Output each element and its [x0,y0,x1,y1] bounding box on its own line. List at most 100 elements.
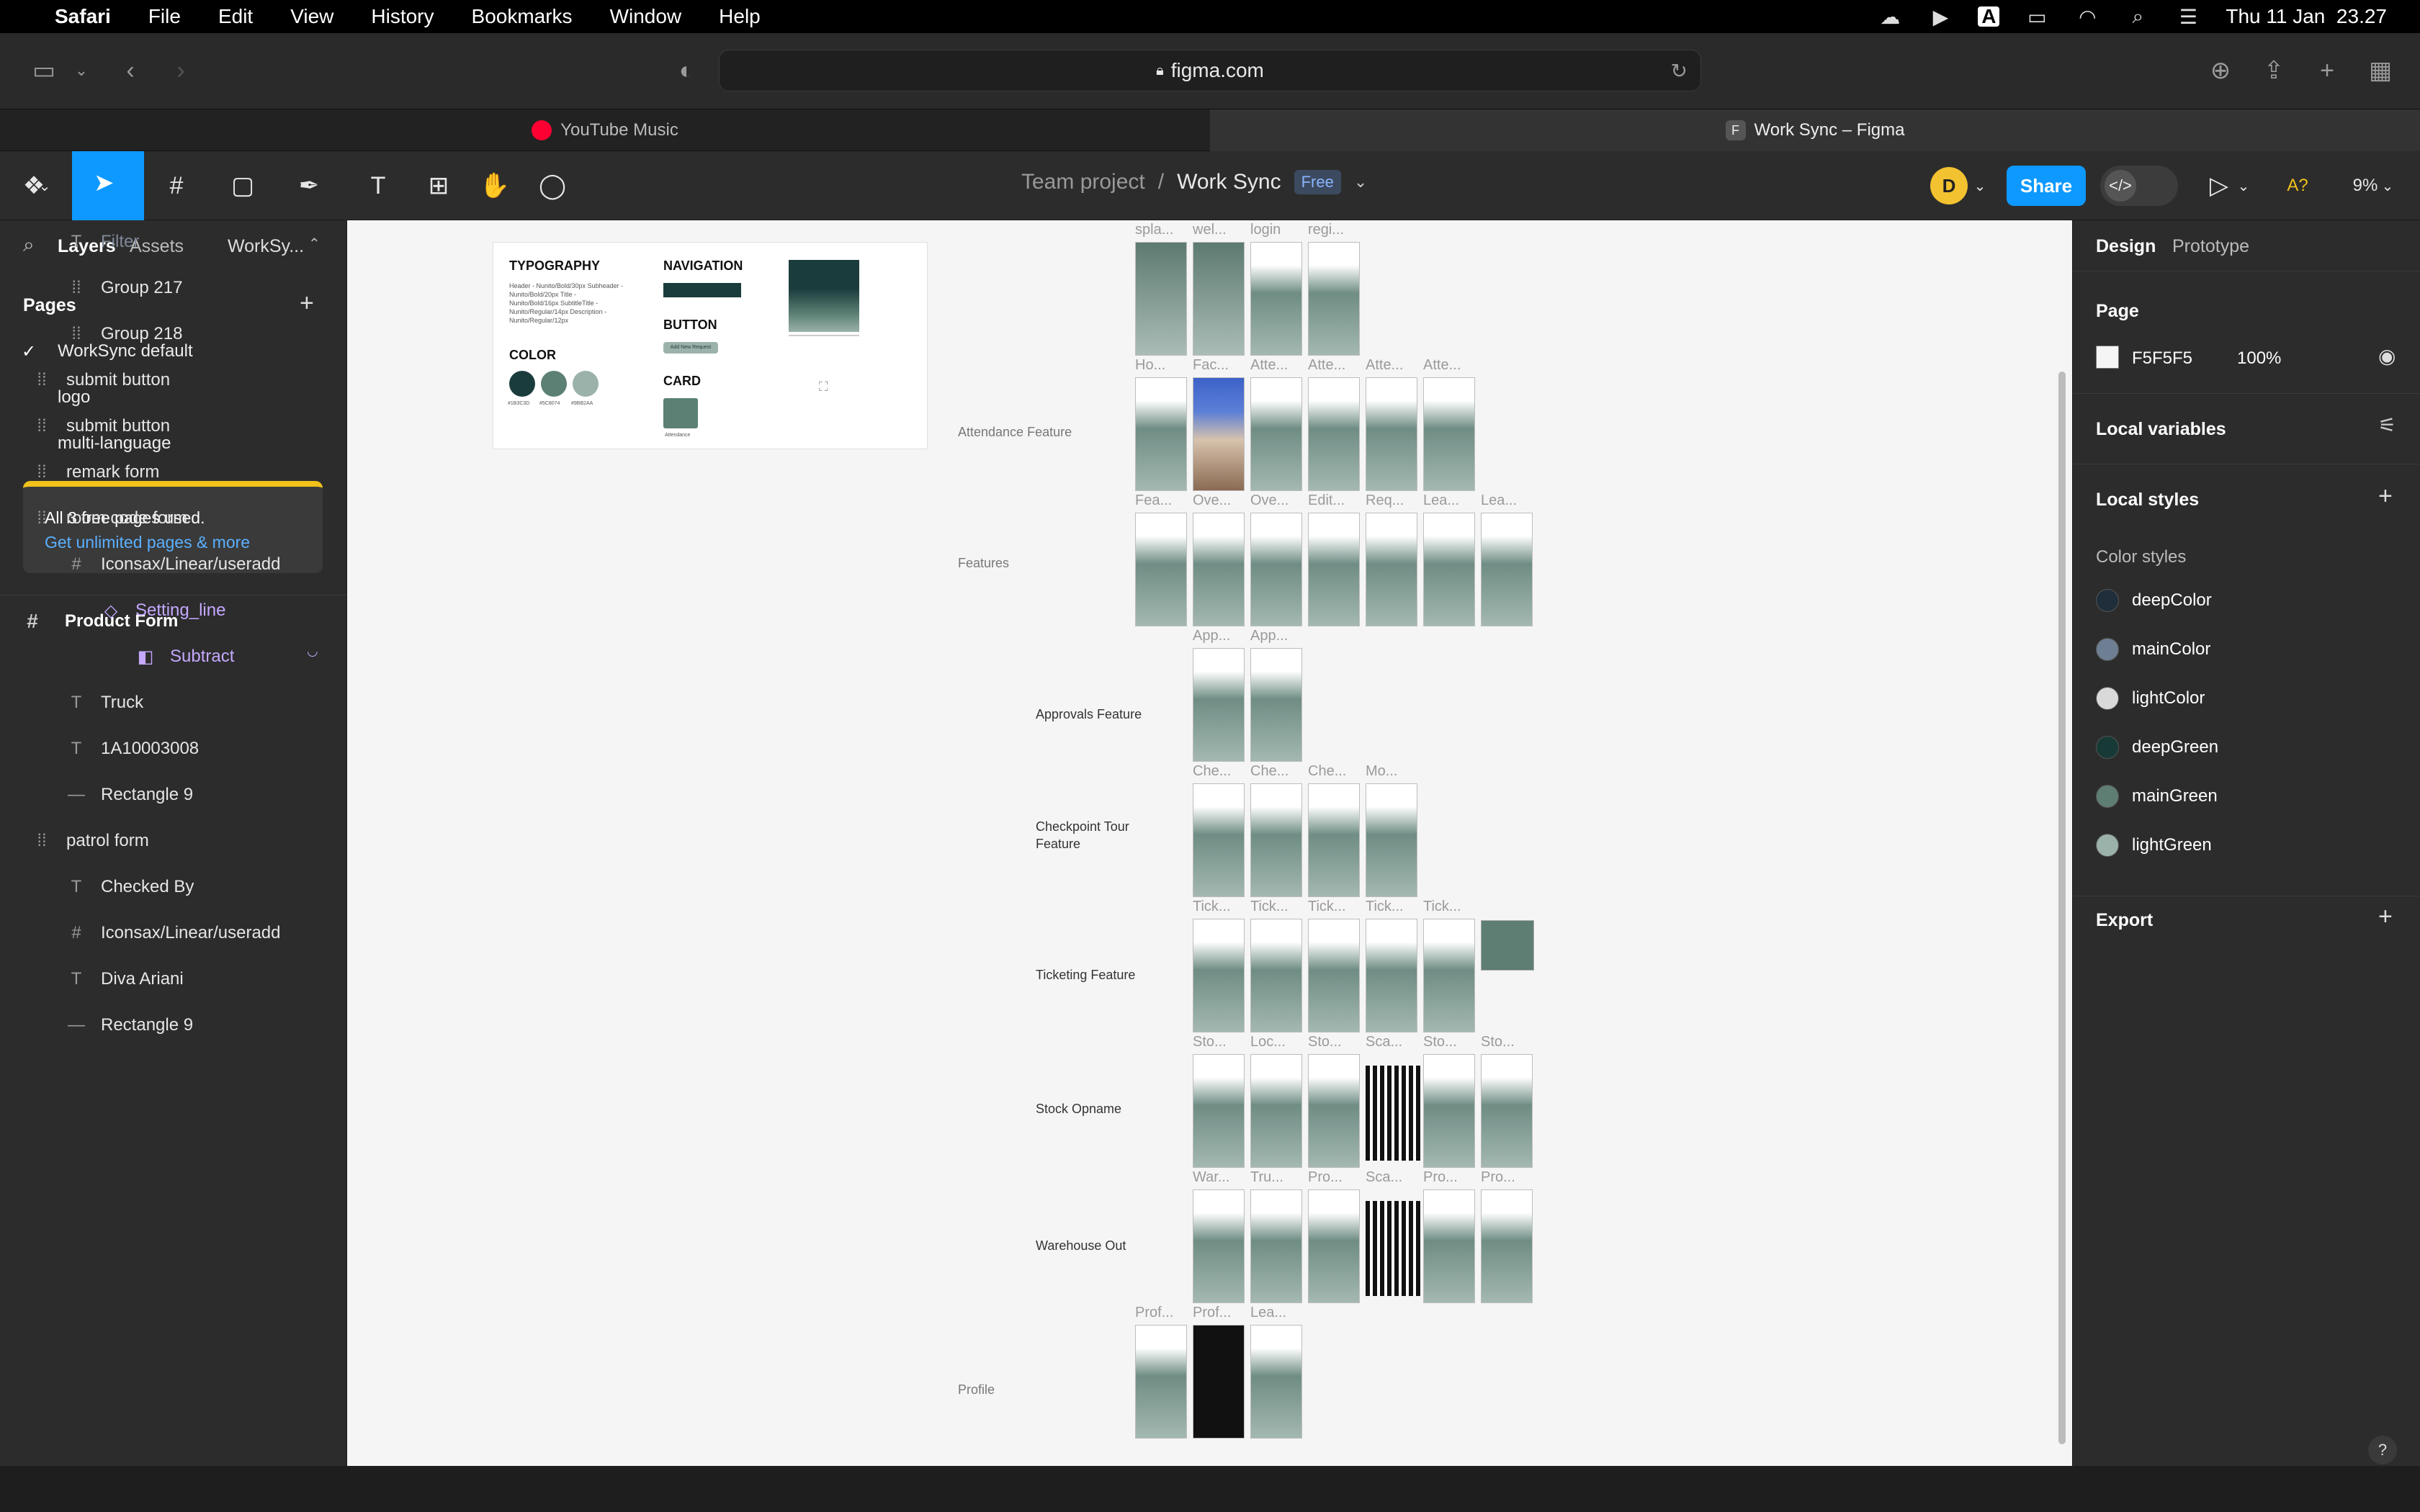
screen-frame[interactable] [1423,1189,1475,1303]
frame-name-label[interactable]: Tick... [1250,899,1289,915]
color-style-swatch[interactable] [2096,638,2119,661]
frame-name-label[interactable]: Atte... [1366,357,1403,374]
screen-frame[interactable] [1308,783,1360,897]
add-page-icon[interactable]: + [300,289,314,318]
screen-frame[interactable] [1193,919,1245,1032]
frame-name-label[interactable]: Atte... [1250,357,1288,374]
play-circle-icon[interactable]: ▶ [1927,6,1953,28]
color-style-swatch[interactable] [2096,589,2119,612]
screen-frame[interactable] [1250,783,1302,897]
screen-frame[interactable] [1193,1325,1245,1439]
face-photo-frame[interactable] [1193,377,1245,491]
chevron-down-icon[interactable]: ⌄ [1354,173,1367,192]
section-label[interactable]: Profile [958,1382,995,1398]
add-style-icon[interactable]: + [2378,482,2393,510]
screen-frame[interactable] [1250,242,1302,356]
screen-frame[interactable] [1366,783,1417,897]
screen-frame[interactable] [1135,1325,1187,1439]
address-bar[interactable]: 🔒︎ figma.com ↻ [719,50,1701,91]
screen-frame[interactable] [1193,242,1245,356]
screen-frame[interactable] [1308,919,1360,1032]
screen-frame[interactable] [1423,377,1475,491]
color-style-name[interactable]: lightGreen [2132,835,2212,855]
layer-item[interactable]: T Diva Ariani [62,956,184,1002]
screen-frame[interactable] [1308,513,1360,626]
chevron-down-icon[interactable]: ⌄ [2377,168,2398,204]
screen-frame[interactable] [1193,648,1245,762]
text-tool-icon[interactable]: T [360,168,396,204]
chevron-down-icon[interactable]: ⌄ [63,53,99,89]
tab-prototype[interactable]: Prototype [2172,236,2249,257]
sidebar-toggle-icon[interactable]: ▭ [26,53,62,89]
frame-name-label[interactable]: Pro... [1308,1169,1343,1186]
screen-frame[interactable] [1193,1054,1245,1168]
frame-name-label[interactable]: Fac... [1193,357,1229,374]
pen-tool-icon[interactable]: ✒ [291,168,327,204]
frame-name-label[interactable]: spla... [1135,222,1173,238]
qr-code-frame[interactable] [1366,1066,1422,1161]
frame-name-label[interactable]: Loc... [1250,1034,1286,1050]
accessibility-check-icon[interactable]: A? [2276,168,2319,204]
frame-name-label[interactable]: Mo... [1366,763,1397,780]
color-style-name[interactable]: deepColor [2132,590,2212,611]
layer-item[interactable]: ⁞⁞ room code form [27,495,187,541]
hand-tool-icon[interactable]: ✋ [477,168,513,204]
new-tab-icon[interactable]: + [2309,53,2345,89]
reload-icon[interactable]: ↻ [1671,59,1688,83]
frame-name-label[interactable]: Prof... [1135,1305,1173,1321]
screen-frame[interactable] [1135,513,1187,626]
menubar-clock[interactable]: Thu 11 Jan 23.27 [2226,5,2387,28]
frame-name-label[interactable]: Ove... [1250,492,1289,509]
tab-design[interactable]: Design [2096,236,2156,257]
section-label[interactable]: Stock Opname [1036,1102,1121,1117]
frame-name-label[interactable]: Ove... [1193,492,1231,509]
page-color-opacity[interactable]: 100% [2237,348,2281,369]
color-style-swatch[interactable] [2096,785,2119,808]
menu-app-safari[interactable]: Safari [55,5,111,28]
frame-name-label[interactable]: Sto... [1423,1034,1457,1050]
screen-frame[interactable] [1308,377,1360,491]
screen-frame[interactable] [1250,1189,1302,1303]
color-style-swatch[interactable] [2096,687,2119,710]
canvas-vertical-scrollbar[interactable] [2058,372,2066,1444]
screen-frame[interactable] [1423,919,1475,1032]
page-color-hex[interactable]: F5F5F5 [2132,348,2192,369]
spotlight-search-icon[interactable]: ⌕ [2125,5,2151,27]
screen-frame[interactable] [1423,513,1475,626]
frame-name-label[interactable]: App... [1193,628,1230,644]
screen-frame[interactable] [1250,1325,1302,1439]
screen-frame[interactable] [1250,513,1302,626]
screen-frame[interactable] [1366,513,1417,626]
tab-youtube-music[interactable]: YouTube Music [0,109,1210,151]
page-color-swatch[interactable] [2096,346,2119,369]
forward-arrow-icon[interactable]: › [163,53,199,89]
frame-name-label[interactable]: Req... [1366,492,1404,509]
frame-name-label[interactable]: Che... [1308,763,1346,780]
layer-item[interactable]: ⁞⁞ Group 217 [62,265,182,311]
avatar[interactable]: D [1930,167,1968,204]
color-style-name[interactable]: deepGreen [2132,737,2218,757]
move-tool-button[interactable]: ➤ [72,151,144,220]
frame-name-label[interactable]: wel... [1193,222,1227,238]
screen-frame[interactable] [1366,919,1417,1032]
layer-item[interactable]: ◇ Setting_line [97,588,226,634]
frame-name-label[interactable]: Tick... [1308,899,1346,915]
frame-name-label[interactable]: Pro... [1423,1169,1458,1186]
screen-frame[interactable] [1135,242,1187,356]
frame-name-label[interactable]: Sto... [1481,1034,1515,1050]
screen-frame[interactable] [1193,783,1245,897]
dev-mode-toggle[interactable]: </> [2100,166,2178,206]
screen-frame[interactable] [1193,513,1245,626]
frame-name-label[interactable]: Tru... [1250,1169,1283,1186]
share-sheet-icon[interactable]: ⇪ [2256,53,2292,89]
frame-name-label[interactable]: Sto... [1308,1034,1342,1050]
frame-name-label[interactable]: Atte... [1423,357,1461,374]
share-button[interactable]: Share [2007,166,2086,206]
style-guide-frame[interactable]: TYPOGRAPHY Header - Nunito/Bold/30px Sub… [493,242,928,449]
color-style-name[interactable]: lightColor [2132,688,2205,708]
screen-frame[interactable] [1366,377,1417,491]
variables-settings-icon[interactable]: ⚟ [2378,413,2396,437]
screen-frame[interactable] [1250,377,1302,491]
frame-tool-icon[interactable]: # [158,168,194,204]
frame-name-label[interactable]: Che... [1193,763,1231,780]
